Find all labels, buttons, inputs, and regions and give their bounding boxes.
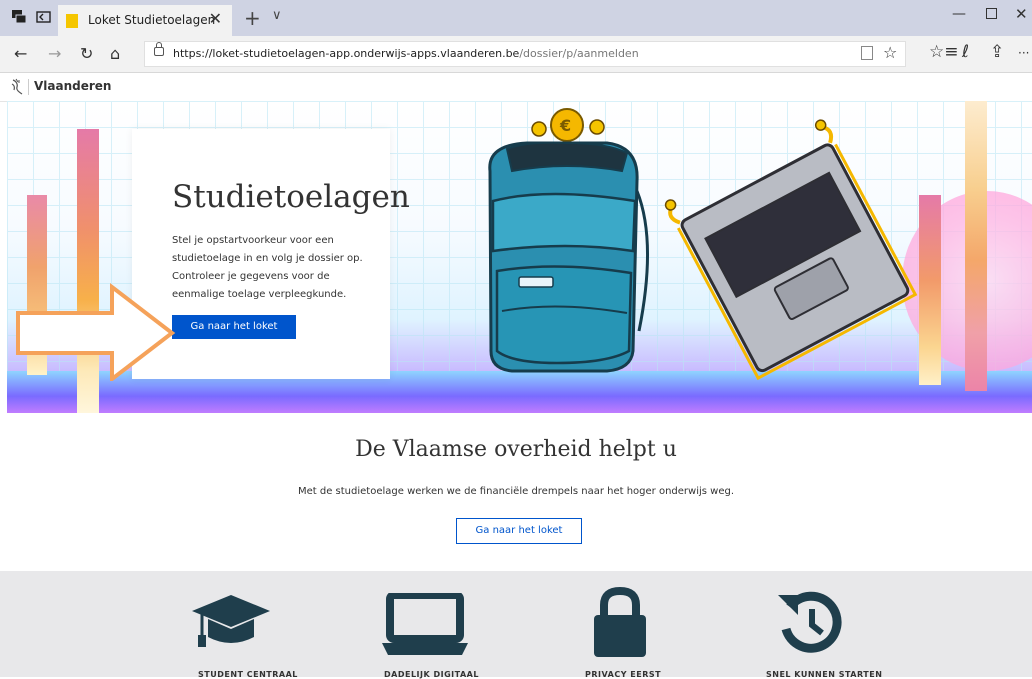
maximize-icon[interactable] (986, 8, 997, 19)
address-bar[interactable]: https://loket-studietoelagen-app.onderwi… (144, 41, 906, 67)
history-icon (778, 591, 842, 653)
header-divider (28, 79, 29, 95)
more-icon[interactable]: ··· (1018, 46, 1029, 60)
vlaanderen-favicon (66, 14, 78, 28)
section-helpt-text: Met de studietoelage werken we de financ… (297, 486, 735, 497)
lock-icon (154, 42, 164, 56)
tab-title: Loket Studietoelagen (88, 13, 216, 27)
browser-titlebar: Loket Studietoelagen ✕ + ∨ — ✕ (0, 0, 1032, 36)
section-helpt-title: De Vlaamse overheid helpt u (355, 437, 677, 462)
svg-text:€: € (559, 116, 571, 135)
tab-list-icon[interactable]: ∨ (272, 8, 282, 23)
browser-navbar: ← → ↻ ⌂ https://loket-studietoelagen-app… (0, 36, 1032, 73)
window-close-icon[interactable]: ✕ (1015, 5, 1028, 23)
vlaanderen-brand[interactable]: Vlaanderen (34, 79, 111, 93)
site-header: Vlaanderen (0, 73, 1032, 102)
new-tab-icon[interactable]: + (244, 6, 261, 30)
vlaanderen-lion-icon[interactable] (10, 78, 24, 96)
feature-label-2: DADELIJK DIGITAAL (384, 670, 479, 679)
url-path: /dossier/p/aanmelden (519, 47, 639, 60)
tab-loket-studietoelagen[interactable]: Loket Studietoelagen ✕ (58, 5, 232, 36)
url-base: https://loket-studietoelagen-app.onderwi… (173, 47, 520, 60)
share-icon[interactable]: ⇪ (990, 42, 1004, 62)
graduation-cap-icon (192, 595, 270, 647)
tab-actions-icon[interactable] (12, 10, 28, 24)
minimize-icon[interactable]: — (952, 6, 966, 22)
tab-close-icon[interactable]: ✕ (209, 9, 222, 28)
favorites-list-icon[interactable]: ☆≡ (929, 42, 958, 62)
lock-icon (594, 587, 646, 657)
forward-icon[interactable]: → (48, 44, 61, 63)
feature-label-4: SNEL KUNNEN STARTEN (766, 670, 883, 679)
orange-arrow-annotation (16, 282, 176, 381)
feature-label-1: STUDENT CENTRAAL (198, 670, 298, 679)
tab-aside-icon[interactable] (36, 10, 52, 24)
notes-icon[interactable]: ℓ (962, 42, 969, 62)
refresh-icon[interactable]: ↻ (80, 44, 93, 63)
back-icon[interactable]: ← (14, 44, 27, 63)
favorite-star-icon[interactable]: ☆ (883, 43, 897, 62)
reading-view-icon[interactable] (861, 46, 873, 60)
home-icon[interactable]: ⌂ (110, 44, 120, 63)
features-band: STUDENT CENTRAAL DADELIJK DIGITAAL PRIVA… (0, 571, 1032, 679)
section-loket-button[interactable]: Ga naar het loket (456, 518, 582, 544)
url-text: https://loket-studietoelagen-app.onderwi… (173, 47, 639, 60)
feature-label-3: PRIVACY EERST (585, 670, 662, 679)
laptop-icon (382, 593, 468, 655)
